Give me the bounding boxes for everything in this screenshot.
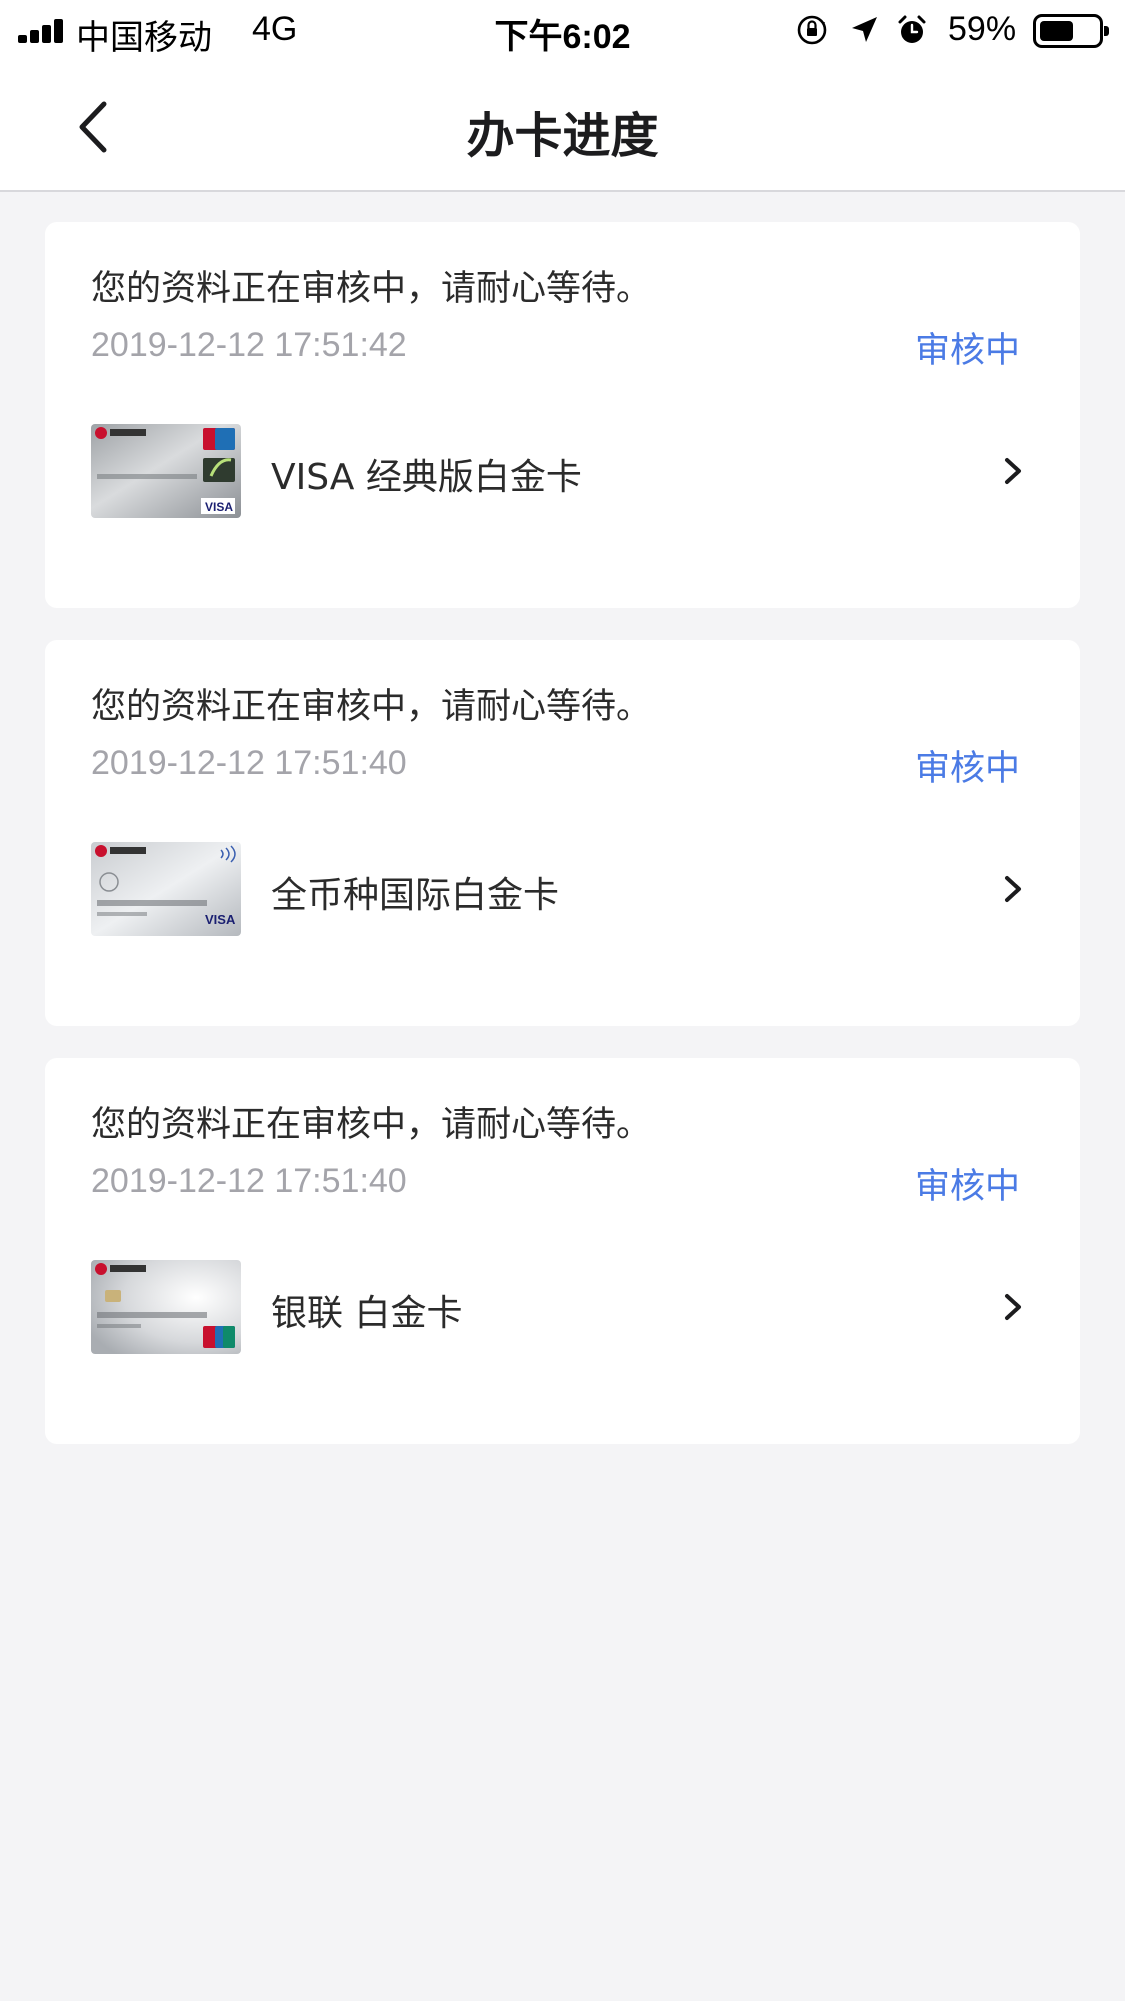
card-product-name: 全币种国际白金卡 bbox=[271, 875, 560, 916]
orientation-lock-icon bbox=[797, 15, 827, 45]
chevron-right-icon bbox=[1005, 1294, 1021, 1320]
unionpay-platinum-card-image bbox=[91, 1260, 241, 1354]
status-message: 您的资料正在审核中，请耐心等待。 bbox=[91, 269, 652, 309]
battery-fill bbox=[1040, 21, 1073, 41]
page-title: 办卡进度 bbox=[466, 108, 659, 164]
chevron-right-icon bbox=[1005, 876, 1021, 902]
status-message: 您的资料正在审核中，请耐心等待。 bbox=[91, 687, 652, 727]
multi-currency-platinum-card-image: VISA bbox=[91, 842, 241, 936]
status-message: 您的资料正在审核中，请耐心等待。 bbox=[91, 1105, 652, 1145]
chevron-right-icon bbox=[1005, 458, 1021, 484]
status-badge: 审核中 bbox=[914, 749, 1020, 789]
card-product-row[interactable]: VISA VISA 经典版白金卡 bbox=[45, 422, 1080, 522]
application-card: 您的资料正在审核中，请耐心等待。 2019-12-12 17:51:40 审核中 bbox=[45, 1058, 1080, 1444]
application-timestamp: 2019-12-12 17:51:40 bbox=[91, 1162, 407, 1200]
nav-bar: 办卡进度 bbox=[0, 62, 1125, 192]
card-product-name: 银联 白金卡 bbox=[271, 1293, 463, 1334]
application-timestamp: 2019-12-12 17:51:42 bbox=[91, 326, 407, 364]
svg-text:VISA: VISA bbox=[205, 912, 236, 927]
status-badge: 审核中 bbox=[914, 1167, 1020, 1207]
visa-classic-platinum-card-image: VISA bbox=[91, 424, 241, 518]
status-badge: 审核中 bbox=[914, 331, 1020, 371]
status-bar: 中国移动 4G 下午6:02 59% bbox=[0, 0, 1125, 62]
location-icon bbox=[852, 17, 877, 42]
battery-percentage: 59% bbox=[948, 10, 1017, 48]
application-timestamp: 2019-12-12 17:51:40 bbox=[91, 744, 407, 782]
alarm-icon bbox=[898, 15, 926, 43]
application-card: 您的资料正在审核中，请耐心等待。 2019-12-12 17:51:40 审核中 bbox=[45, 640, 1080, 1026]
application-list: 您的资料正在审核中，请耐心等待。 2019-12-12 17:51:42 审核中 bbox=[45, 222, 1080, 1476]
card-product-row[interactable]: 银联 白金卡 bbox=[45, 1258, 1080, 1358]
application-card: 您的资料正在审核中，请耐心等待。 2019-12-12 17:51:42 审核中 bbox=[45, 222, 1080, 608]
svg-text:VISA: VISA bbox=[205, 500, 233, 514]
card-product-name: VISA 经典版白金卡 bbox=[271, 457, 582, 498]
battery-icon bbox=[1033, 14, 1109, 48]
card-product-row[interactable]: VISA 全币种国际白金卡 bbox=[45, 840, 1080, 940]
